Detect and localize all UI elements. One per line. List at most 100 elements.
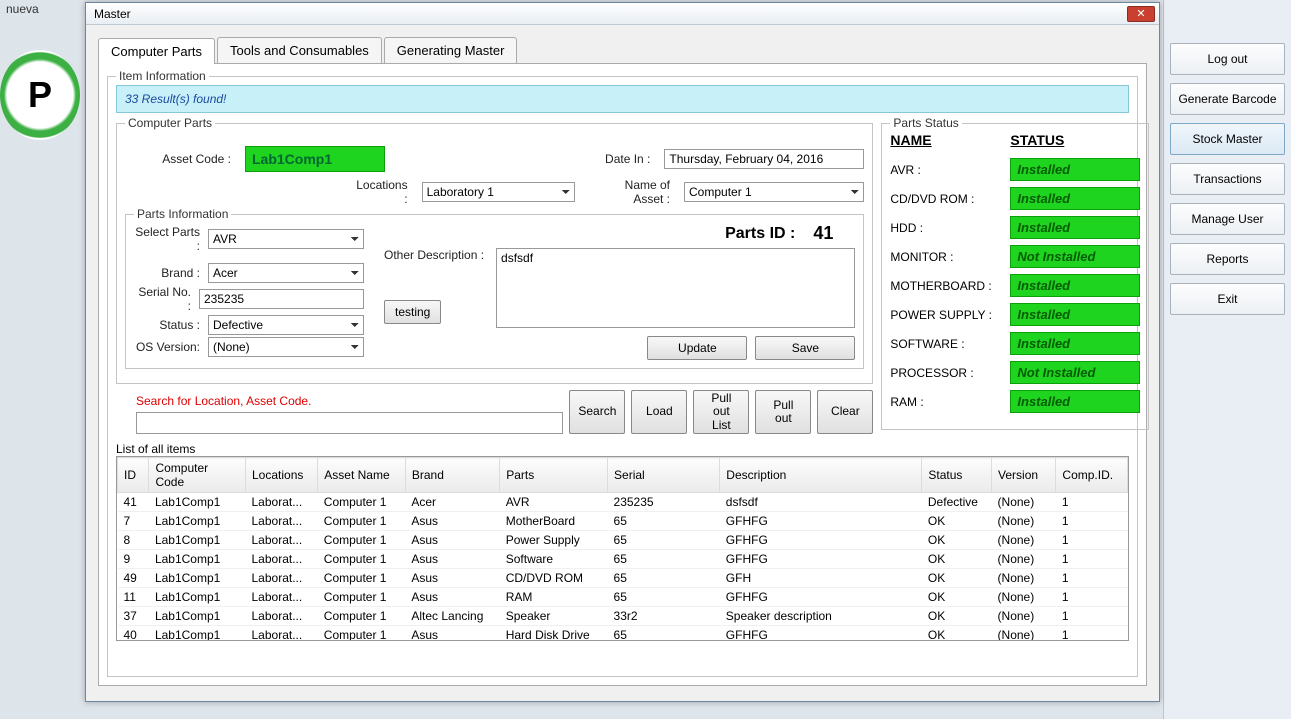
status-row-name: CD/DVD ROM : [890, 192, 1010, 206]
name-of-asset-label: Name of Asset : [593, 178, 674, 206]
col-parts[interactable]: Parts [500, 458, 608, 493]
status-select[interactable]: Defective [208, 315, 364, 335]
testing-button[interactable]: testing [384, 300, 441, 324]
parts-status-group-title: Parts Status [890, 116, 961, 130]
nav-stock-master[interactable]: Stock Master [1170, 123, 1285, 155]
table-row[interactable]: 9Lab1Comp1Laborat...Computer 1AsusSoftwa… [118, 550, 1128, 569]
nav-generate-barcode[interactable]: Generate Barcode [1170, 83, 1285, 115]
col-brand[interactable]: Brand [405, 458, 499, 493]
clear-button[interactable]: Clear [817, 390, 873, 434]
parts-info-group-title: Parts Information [134, 207, 231, 221]
locations-label: Locations : [355, 178, 412, 206]
right-nav: Log out Generate Barcode Stock Master Trans… [1163, 0, 1291, 719]
result-bar: 33 Result(s) found! [116, 85, 1129, 113]
status-row-name: MOTHERBOARD : [890, 279, 1010, 293]
nav-reports[interactable]: Reports [1170, 243, 1285, 275]
col-comp-id-[interactable]: Comp.ID. [1056, 458, 1128, 493]
col-description[interactable]: Description [720, 458, 922, 493]
status-row-name: RAM : [890, 395, 1010, 409]
list-label: List of all items [116, 442, 1129, 456]
name-of-asset-select[interactable]: Computer 1 [684, 182, 864, 202]
other-desc-label: Other Description : [384, 248, 488, 262]
os-label: OS Version: [134, 340, 204, 354]
status-row-value: Installed [1010, 158, 1140, 181]
status-row-value: Installed [1010, 303, 1140, 326]
col-locations[interactable]: Locations [246, 458, 318, 493]
tab-generating-master[interactable]: Generating Master [384, 37, 518, 63]
status-row-name: PROCESSOR : [890, 366, 1010, 380]
status-row-value: Not Installed [1010, 245, 1140, 268]
status-row-name: AVR : [890, 163, 1010, 177]
parts-id-label: Parts ID : [725, 225, 795, 243]
load-button[interactable]: Load [631, 390, 687, 434]
items-table-scroll[interactable]: IDComputer CodeLocationsAsset NameBrandP… [117, 457, 1128, 640]
status-row-value: Installed [1010, 390, 1140, 413]
col-id[interactable]: ID [118, 458, 149, 493]
status-label: Status : [134, 318, 204, 332]
parts-id-value: 41 [813, 223, 833, 244]
search-label: Search for Location, Asset Code. [136, 394, 563, 408]
search-button[interactable]: Search [569, 390, 625, 434]
status-row-value: Installed [1010, 187, 1140, 210]
status-row-value: Installed [1010, 216, 1140, 239]
os-select[interactable]: (None) [208, 337, 364, 357]
status-row-value: Installed [1010, 332, 1140, 355]
username-label: nueva [6, 2, 39, 16]
table-row[interactable]: 37Lab1Comp1Laborat...Computer 1Altec Lan… [118, 607, 1128, 626]
items-table: IDComputer CodeLocationsAsset NameBrandP… [117, 457, 1128, 640]
locations-select[interactable]: Laboratory 1 [422, 182, 575, 202]
asset-code-label: Asset Code : [135, 152, 235, 166]
brand-select[interactable]: Acer [208, 263, 364, 283]
master-window: Master ✕ Computer PartsTools and Consuma… [85, 2, 1160, 702]
titlebar: Master ✕ [86, 3, 1159, 25]
date-in-label: Date In : [605, 152, 654, 166]
asset-code-value: Lab1Comp1 [245, 146, 385, 172]
status-row-name: MONITOR : [890, 250, 1010, 264]
tab-content: Item Information 33 Result(s) found! Com… [98, 64, 1147, 686]
select-parts-label: Select Parts : [134, 225, 204, 253]
nav-log-out[interactable]: Log out [1170, 43, 1285, 75]
pullout-list-button[interactable]: Pull out List [693, 390, 749, 434]
serial-input[interactable] [199, 289, 364, 309]
status-row-name: POWER SUPPLY : [890, 308, 1010, 322]
status-row-value: Installed [1010, 274, 1140, 297]
col-asset-name[interactable]: Asset Name [318, 458, 406, 493]
logo-letter: P [28, 74, 52, 116]
col-version[interactable]: Version [992, 458, 1056, 493]
tab-tools-and-consumables[interactable]: Tools and Consumables [217, 37, 382, 63]
select-parts-select[interactable]: AVR [208, 229, 364, 249]
status-name-header: NAME [890, 132, 1010, 152]
status-status-header: STATUS [1010, 132, 1140, 152]
table-row[interactable]: 49Lab1Comp1Laborat...Computer 1AsusCD/DV… [118, 569, 1128, 588]
table-row[interactable]: 8Lab1Comp1Laborat...Computer 1AsusPower … [118, 531, 1128, 550]
status-row-name: SOFTWARE : [890, 337, 1010, 351]
status-row-value: Not Installed [1010, 361, 1140, 384]
save-button[interactable]: Save [755, 336, 855, 360]
table-row[interactable]: 41Lab1Comp1Laborat...Computer 1AcerAVR23… [118, 493, 1128, 512]
nav-manage-user[interactable]: Manage User [1170, 203, 1285, 235]
computer-parts-group-title: Computer Parts [125, 116, 215, 130]
serial-label: Serial No. : [134, 285, 195, 313]
other-desc-input[interactable]: dsfsdf [496, 248, 855, 328]
search-input[interactable] [136, 412, 563, 434]
tab-computer-parts[interactable]: Computer Parts [98, 38, 215, 64]
table-row[interactable]: 11Lab1Comp1Laborat...Computer 1AsusRAM65… [118, 588, 1128, 607]
window-title: Master [90, 7, 1127, 21]
col-computer-code[interactable]: Computer Code [149, 458, 246, 493]
date-in-input[interactable] [664, 149, 864, 169]
org-logo: P [0, 50, 80, 140]
pullout-button[interactable]: Pull out [755, 390, 811, 434]
item-info-group-title: Item Information [116, 69, 209, 83]
col-serial[interactable]: Serial [608, 458, 720, 493]
brand-label: Brand : [134, 266, 204, 280]
status-row-name: HDD : [890, 221, 1010, 235]
items-table-wrap: IDComputer CodeLocationsAsset NameBrandP… [116, 456, 1129, 641]
table-row[interactable]: 7Lab1Comp1Laborat...Computer 1AsusMother… [118, 512, 1128, 531]
nav-transactions[interactable]: Transactions [1170, 163, 1285, 195]
close-icon[interactable]: ✕ [1127, 6, 1155, 22]
tab-strip: Computer PartsTools and ConsumablesGener… [98, 37, 1147, 64]
table-row[interactable]: 40Lab1Comp1Laborat...Computer 1AsusHard … [118, 626, 1128, 641]
nav-exit[interactable]: Exit [1170, 283, 1285, 315]
update-button[interactable]: Update [647, 336, 747, 360]
col-status[interactable]: Status [922, 458, 992, 493]
